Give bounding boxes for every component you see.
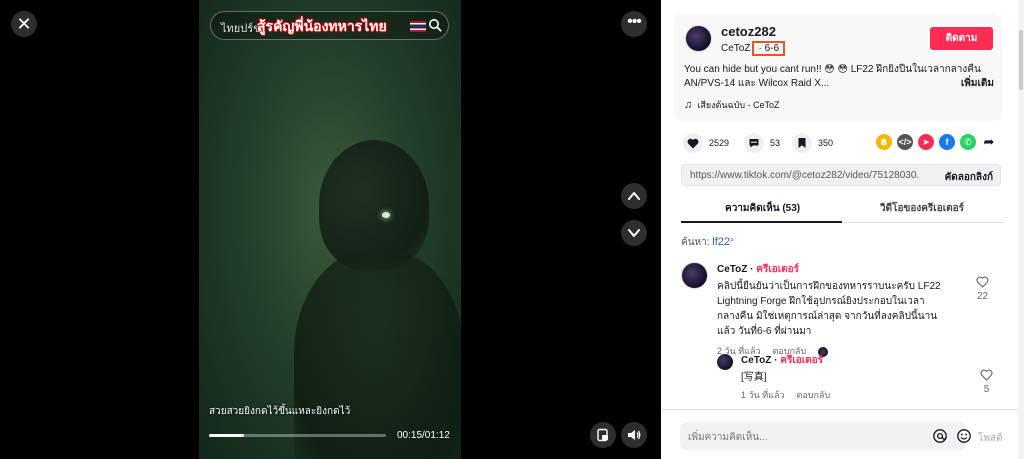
more-icon[interactable]: •••	[621, 11, 647, 37]
whatsapp-icon[interactable]: ✆	[960, 134, 976, 150]
video-stage: ✕ ไทยปร์ช สู้รคัญพี่น้องทหารไทย ••• สวยส…	[0, 0, 661, 459]
reply-meta: 1 วัน ที่แล้ว ตอบกลับ	[741, 388, 951, 402]
post-description: You can hide but you cant run!! 😳 😳 LF22…	[684, 63, 994, 91]
creator-badge: ครีเอเตอร์	[780, 355, 824, 366]
related-search-prefix: ค้นหา:	[681, 237, 710, 248]
video-player[interactable]	[199, 0, 461, 459]
heart-outline-icon[interactable]	[980, 369, 993, 381]
tab-creator-videos[interactable]: วิดีโอของครีเอเตอร์	[880, 201, 964, 216]
follow-button[interactable]: ติดตาม	[930, 27, 993, 50]
tab-comments[interactable]: ความคิดเห็น (53)	[725, 201, 800, 216]
mention-icon[interactable]	[932, 428, 948, 444]
progress-bar[interactable]	[209, 434, 386, 437]
emoji-icon[interactable]	[956, 428, 972, 444]
comment-like-count: 22	[976, 291, 989, 302]
share-url[interactable]: https://www.tiktok.com/@cetoz282/video/7…	[690, 170, 920, 181]
username[interactable]: cetoz282	[721, 24, 776, 39]
post-comment-button[interactable]: โพสต์	[978, 431, 1003, 446]
reply-avatar[interactable]	[717, 354, 733, 370]
author-subline: CeToZ · 6-6	[721, 41, 786, 56]
bookmark-icon[interactable]	[792, 133, 812, 153]
post-info-card: cetoz282 CeToZ · 6-6 ติดตาม You can hide …	[674, 14, 1002, 121]
picture-in-picture-icon[interactable]	[590, 422, 616, 448]
comment-author-name[interactable]: CeToZ	[717, 264, 747, 275]
scrollbar-thumb[interactable]	[1019, 30, 1023, 90]
progress-fill	[209, 434, 245, 437]
search-bar[interactable]: ไทยปร์ช สู้รคัญพี่น้องทหารไทย	[210, 11, 449, 40]
copy-link-button[interactable]: คัดลอกลิงก์	[945, 170, 993, 185]
reply-button[interactable]: ตอบกลับ	[797, 390, 831, 400]
video-overlay-text: สู้รคัญพี่น้องทหารไทย	[257, 18, 387, 34]
heart-icon[interactable]	[683, 133, 703, 153]
save-count: 350	[818, 138, 834, 148]
comment-composer: เพิ่มความคิดเห็น... โพสต์	[661, 409, 1024, 459]
reply-text: [写真]	[741, 372, 767, 383]
comment-avatar[interactable]	[681, 262, 708, 289]
chevron-down-icon[interactable]	[621, 220, 647, 246]
date-separator: ·	[758, 43, 762, 54]
comment-body: CeToZ · ครีเอเตอร์ คลิปนี้ยืนยันว่าเป็นก…	[717, 262, 947, 358]
chevron-up-icon[interactable]	[621, 183, 647, 209]
comment-input-placeholder: เพิ่มความคิดเห็น...	[688, 432, 768, 443]
description-text: You can hide but you cant run!! 😳 😳 LF22…	[684, 64, 981, 89]
comment-input[interactable]: เพิ่มความคิดเห็น...	[680, 422, 971, 450]
close-icon[interactable]: ✕	[11, 11, 37, 37]
time-display: 00:15/01:12	[397, 430, 450, 441]
music-title: เสียงต้นฉบับ - CeToZ	[697, 100, 780, 110]
see-more-link[interactable]: เพิ่มเติม	[956, 77, 994, 91]
related-search[interactable]: ค้นหา: lf22⌕	[681, 235, 735, 250]
music-note-icon: ♫	[684, 99, 693, 111]
display-name[interactable]: CeToZ	[721, 43, 750, 54]
facebook-icon[interactable]: f	[939, 134, 955, 150]
heart-outline-icon[interactable]	[976, 276, 989, 288]
action-bar: 2529 53 350 ฿ </> ➤ f ✆ ➦	[683, 133, 1003, 153]
video-caption: สวยสวยยิงกดไว้ขึ้นแหละยิงกดไว้	[209, 406, 351, 417]
comment-action[interactable]: 53	[744, 133, 780, 153]
coin-share-icon[interactable]: ฿	[876, 134, 892, 150]
share-link-box: https://www.tiktok.com/@cetoz282/video/7…	[681, 164, 1001, 186]
reply-body: CeToZ · ครีเอเตอร์ [写真] 1 วัน ที่แล้ว ตอบ…	[741, 353, 951, 402]
thai-flag-icon	[410, 21, 426, 32]
post-date: 6-6	[764, 43, 780, 54]
reply-author-name[interactable]: CeToZ	[741, 355, 771, 366]
search-icon: ⌕	[730, 235, 735, 244]
reply-author[interactable]: CeToZ · ครีเอเตอร์	[741, 353, 951, 368]
video-light-glint	[382, 212, 390, 218]
comment-like[interactable]: 22	[976, 276, 989, 302]
reply-like-count: 5	[983, 384, 990, 395]
comment-text: คลิปนี้ยืนยันว่าเป็นการฝึกของทหารราบนะคร…	[717, 281, 941, 337]
post-date-highlight: · 6-6	[752, 41, 786, 56]
comment-author[interactable]: CeToZ · ครีเอเตอร์	[717, 262, 947, 277]
send-to-friends-icon[interactable]: ➤	[918, 134, 934, 150]
video-figure-body	[294, 250, 461, 459]
music-row[interactable]: ♫ เสียงต้นฉบับ - CeToZ	[684, 98, 780, 112]
details-panel: cetoz282 CeToZ · 6-6 ติดตาม You can hide …	[661, 0, 1024, 459]
active-tab-indicator	[681, 221, 842, 223]
reply-like[interactable]: 5	[980, 369, 993, 395]
like-action[interactable]: 2529	[683, 133, 729, 153]
embed-icon[interactable]: </>	[897, 134, 913, 150]
search-icon[interactable]	[428, 18, 442, 32]
comment-icon[interactable]	[744, 133, 764, 153]
panel-scrollbar[interactable]	[1018, 0, 1024, 459]
like-count: 2529	[709, 138, 730, 148]
search-placeholder: ไทยปร์ช	[221, 23, 261, 35]
panel-tabs: ความคิดเห็น (53) วิดีโอของครีเอเตอร์	[681, 195, 1004, 223]
save-action[interactable]: 350	[792, 133, 833, 153]
volume-icon[interactable]	[621, 422, 647, 448]
avatar[interactable]	[685, 25, 712, 52]
share-arrow-icon[interactable]: ➦	[981, 134, 997, 150]
creator-badge: ครีเอเตอร์	[756, 264, 800, 275]
comment-count: 53	[770, 138, 781, 148]
related-search-keyword[interactable]: lf22	[712, 236, 730, 248]
reply-time: 1 วัน ที่แล้ว	[741, 390, 785, 400]
